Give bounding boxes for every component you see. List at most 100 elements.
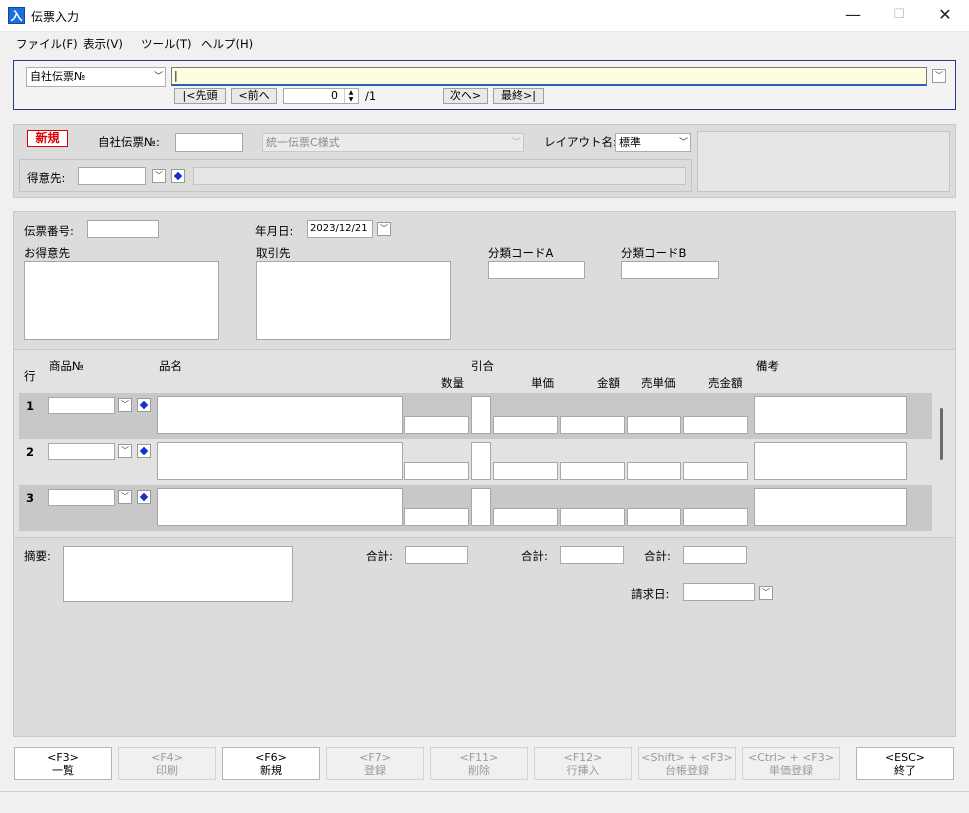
menu-tools[interactable]: ツール(T) [141, 36, 192, 52]
memo-label: 摘要: [24, 549, 51, 563]
fkey-code: <F6> [255, 751, 287, 764]
page-total: /1 [365, 89, 377, 103]
last-record-button[interactable]: 最終>| [493, 88, 544, 104]
hikiai-input[interactable] [471, 396, 491, 434]
slip-no-label: 伝票番号: [24, 224, 74, 238]
remarks-input[interactable] [754, 442, 907, 480]
title-bar [0, 0, 969, 32]
total-qty-field [405, 546, 468, 564]
f7-register-button[interactable]: <F7> 登録 [326, 747, 424, 780]
maximize-button[interactable]: ☐ [876, 0, 922, 32]
memo-textarea[interactable] [63, 546, 293, 602]
billing-date-picker-button[interactable]: ﹀ [759, 586, 773, 600]
layout-select[interactable]: 標準 ﹀ [615, 133, 691, 152]
qty-input[interactable] [404, 416, 469, 434]
date-label: 年月日: [255, 224, 294, 238]
customer-dropdown-button[interactable]: ﹀ [152, 169, 166, 183]
esc-exit-button[interactable]: <ESC> 終了 [856, 747, 954, 780]
product-no-input[interactable] [48, 397, 115, 414]
sell-price-input[interactable] [627, 462, 681, 480]
first-record-button[interactable]: |<先頭 [174, 88, 226, 104]
total-amount-field [560, 546, 624, 564]
prev-record-button[interactable]: <前へ [231, 88, 277, 104]
product-name-input[interactable] [157, 396, 403, 434]
product-no-input[interactable] [48, 489, 115, 506]
amount-input[interactable] [560, 508, 625, 526]
unit-price-input[interactable] [493, 416, 558, 434]
status-bar [0, 791, 969, 813]
unit-price-input[interactable] [493, 462, 558, 480]
page-spinner[interactable]: ▲ ▼ [344, 89, 357, 103]
supplier-textarea[interactable] [256, 261, 451, 340]
col-row: 行 [24, 369, 36, 383]
customer-code-input[interactable] [78, 167, 146, 185]
hikiai-input[interactable] [471, 442, 491, 480]
product-name-input[interactable] [157, 442, 403, 480]
code-b-input[interactable] [621, 261, 719, 279]
ctrl-f3-price-button[interactable]: <Ctrl> + <F3> 単価登録 [742, 747, 840, 780]
menu-help[interactable]: ヘルプ(H) [201, 36, 253, 52]
fkey-label: 印刷 [156, 764, 178, 777]
amount-input[interactable] [560, 416, 625, 434]
hikiai-input[interactable] [471, 488, 491, 526]
preview-area [697, 131, 950, 192]
shift-f3-ledger-button[interactable]: <Shift> + <F3> 台帳登録 [638, 747, 736, 780]
fkey-code: <Ctrl> + <F3> [748, 751, 834, 764]
f11-delete-button[interactable]: <F11> 削除 [430, 747, 528, 780]
amount-input[interactable] [560, 462, 625, 480]
f6-new-button[interactable]: <F6> 新規 [222, 747, 320, 780]
sell-amount-input[interactable] [683, 508, 748, 526]
product-no-input[interactable] [48, 443, 115, 460]
close-button[interactable]: ✕ [922, 0, 968, 32]
product-dropdown-button[interactable]: ﹀ [118, 490, 132, 504]
product-lookup-icon[interactable] [137, 490, 151, 504]
grid-scrollbar[interactable] [940, 408, 943, 460]
f12-insert-row-button[interactable]: <F12> 行挿入 [534, 747, 632, 780]
search-dropdown-button[interactable]: ﹀ [932, 69, 946, 83]
code-a-input[interactable] [488, 261, 585, 279]
row-number: 2 [26, 445, 35, 459]
qty-input[interactable] [404, 462, 469, 480]
f4-print-button[interactable]: <F4> 印刷 [118, 747, 216, 780]
remarks-input[interactable] [754, 488, 907, 526]
app-icon: 入 [8, 7, 25, 24]
total-sell-amount-field [683, 546, 747, 564]
col-unit-price: 単価 [531, 376, 554, 390]
sell-price-input[interactable] [627, 508, 681, 526]
menu-file[interactable]: ファイル(F) [16, 36, 78, 52]
search-field-select[interactable]: 自社伝票№ ﹀ [26, 67, 166, 87]
total-sell-amount-label: 合計: [644, 549, 671, 563]
col-remarks: 備考 [756, 359, 779, 373]
sell-price-input[interactable] [627, 416, 681, 434]
unit-price-input[interactable] [493, 508, 558, 526]
billing-date-input[interactable] [683, 583, 755, 601]
customer-label: 得意先: [27, 171, 66, 185]
product-dropdown-button[interactable]: ﹀ [118, 444, 132, 458]
qty-input[interactable] [404, 508, 469, 526]
total-qty-label: 合計: [366, 549, 393, 563]
search-input[interactable]: | [171, 67, 927, 86]
doc-no-input[interactable] [175, 133, 243, 152]
fkey-code: <F4> [151, 751, 183, 764]
slip-no-input[interactable] [87, 220, 159, 238]
product-lookup-icon[interactable] [137, 398, 151, 412]
minimize-button[interactable]: — [830, 0, 876, 32]
product-name-input[interactable] [157, 488, 403, 526]
layout-select-label: 標準 [619, 136, 641, 149]
sell-amount-input[interactable] [683, 462, 748, 480]
fkey-code: <F7> [359, 751, 391, 764]
menu-view[interactable]: 表示(V) [83, 36, 123, 52]
fkey-code: <F12> [563, 751, 603, 764]
format-select[interactable]: 統一伝票C様式 ﹀ [262, 133, 524, 152]
sell-amount-input[interactable] [683, 416, 748, 434]
date-picker-button[interactable]: ﹀ [377, 222, 391, 236]
next-record-button[interactable]: 次へ> [443, 88, 488, 104]
customer-lookup-icon[interactable] [171, 169, 185, 183]
remarks-input[interactable] [754, 396, 907, 434]
product-lookup-icon[interactable] [137, 444, 151, 458]
window-title: 伝票入力 [31, 10, 80, 24]
slip-customer-textarea[interactable] [24, 261, 219, 340]
date-input[interactable]: 2023/12/21 [307, 220, 373, 238]
f3-list-button[interactable]: <F3> 一覧 [14, 747, 112, 780]
product-dropdown-button[interactable]: ﹀ [118, 398, 132, 412]
